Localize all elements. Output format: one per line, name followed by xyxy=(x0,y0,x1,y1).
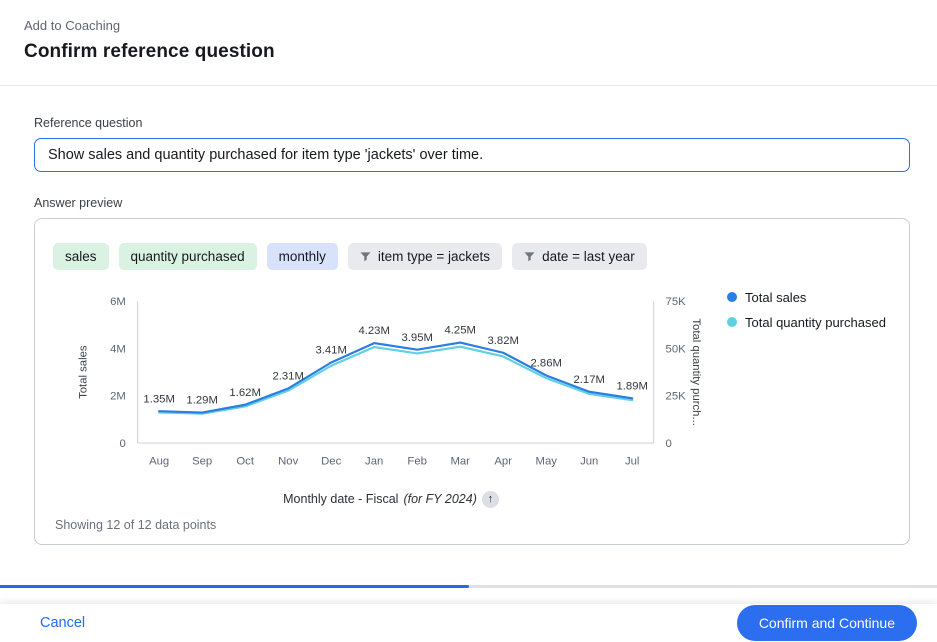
svg-text:Total sales: Total sales xyxy=(77,345,89,399)
svg-text:Jan: Jan xyxy=(365,455,383,467)
svg-text:25K: 25K xyxy=(666,390,687,402)
chip-quantity-purchased[interactable]: quantity purchased xyxy=(119,243,257,270)
confirm-and-continue-button[interactable]: Confirm and Continue xyxy=(737,605,917,641)
svg-text:1.89M: 1.89M xyxy=(616,380,647,392)
svg-text:2M: 2M xyxy=(110,390,126,402)
progress-bar xyxy=(0,585,937,589)
svg-text:2.86M: 2.86M xyxy=(530,357,561,369)
svg-text:0: 0 xyxy=(666,438,672,450)
svg-text:4.23M: 4.23M xyxy=(358,325,389,337)
reference-question-input[interactable] xyxy=(34,138,910,172)
chip-sales[interactable]: sales xyxy=(53,243,109,270)
svg-text:Sep: Sep xyxy=(192,455,212,467)
svg-text:2.17M: 2.17M xyxy=(573,374,604,386)
svg-text:Feb: Feb xyxy=(407,455,426,467)
svg-text:50K: 50K xyxy=(666,343,687,355)
svg-text:2.31M: 2.31M xyxy=(272,370,303,382)
svg-text:Dec: Dec xyxy=(321,455,341,467)
header: Add to Coaching Confirm reference questi… xyxy=(0,0,937,63)
legend-label: Total sales xyxy=(745,290,806,305)
footer: Cancel Confirm and Continue xyxy=(0,604,937,642)
chart-area: 0 2M 4M 6M 0 25K 50K 75K Total sales Total quanti… xyxy=(51,284,893,508)
svg-text:6M: 6M xyxy=(110,296,126,308)
svg-text:Jul: Jul xyxy=(625,455,639,467)
svg-text:1.35M: 1.35M xyxy=(143,393,174,405)
svg-text:4.25M: 4.25M xyxy=(444,324,475,336)
main-content: Reference question Answer preview sales q… xyxy=(0,86,937,545)
chip-label: monthly xyxy=(279,249,326,264)
chip-label: sales xyxy=(65,249,97,264)
filter-funnel-icon xyxy=(524,251,535,262)
svg-text:1.29M: 1.29M xyxy=(186,394,217,406)
chip-date-last-year[interactable]: date = last year xyxy=(512,243,647,270)
page-title: Confirm reference question xyxy=(24,41,913,63)
chip-monthly[interactable]: monthly xyxy=(267,243,338,270)
svg-text:Oct: Oct xyxy=(236,455,254,467)
legend-label: Total quantity purchased xyxy=(745,315,886,330)
answer-preview-label: Answer preview xyxy=(34,196,910,210)
chip-item-type-jackets[interactable]: item type = jackets xyxy=(348,243,502,270)
sort-ascending-icon[interactable]: ↑ xyxy=(482,491,499,508)
chart-wrap: 0 2M 4M 6M 0 25K 50K 75K Total sales Total quanti… xyxy=(51,284,701,508)
svg-text:0: 0 xyxy=(120,438,126,450)
svg-text:75K: 75K xyxy=(666,296,687,308)
cancel-button[interactable]: Cancel xyxy=(40,615,85,631)
legend-dot-icon xyxy=(727,317,737,327)
svg-text:3.95M: 3.95M xyxy=(401,331,432,343)
answer-preview-card: sales quantity purchased monthly item type … xyxy=(34,218,910,545)
svg-text:Total quantity purch...: Total quantity purch... xyxy=(690,318,701,426)
chart-legend: Total sales Total quantity purchased xyxy=(701,284,893,508)
xaxis-title-text: Monthly date - Fiscal xyxy=(283,492,398,506)
chip-label: quantity purchased xyxy=(131,249,245,264)
svg-text:Aug: Aug xyxy=(149,455,169,467)
breadcrumb: Add to Coaching xyxy=(24,18,913,33)
filter-funnel-icon xyxy=(360,251,371,262)
legend-item-total-sales[interactable]: Total sales xyxy=(727,290,893,305)
chip-label: item type = jackets xyxy=(378,249,490,264)
svg-text:May: May xyxy=(536,455,558,467)
svg-text:3.41M: 3.41M xyxy=(315,344,346,356)
svg-text:4M: 4M xyxy=(110,343,126,355)
svg-text:Mar: Mar xyxy=(450,455,470,467)
progress-fill xyxy=(0,585,469,589)
chip-label: date = last year xyxy=(542,249,635,264)
chip-row: sales quantity purchased monthly item type … xyxy=(51,243,893,270)
svg-text:Apr: Apr xyxy=(494,455,512,467)
preview-chart: 0 2M 4M 6M 0 25K 50K 75K Total sales Total quanti… xyxy=(51,284,701,480)
svg-text:Jun: Jun xyxy=(580,455,598,467)
reference-question-label: Reference question xyxy=(34,116,910,130)
legend-item-total-quantity-purchased[interactable]: Total quantity purchased xyxy=(727,315,893,330)
svg-text:3.82M: 3.82M xyxy=(487,335,518,347)
xaxis-title-suffix: (for FY 2024) xyxy=(403,492,476,506)
showing-note: Showing 12 of 12 data points xyxy=(51,518,893,532)
xaxis-title: Monthly date - Fiscal (for FY 2024) ↑ xyxy=(81,491,701,508)
svg-text:1.62M: 1.62M xyxy=(229,387,260,399)
legend-dot-icon xyxy=(727,292,737,302)
svg-text:Nov: Nov xyxy=(278,455,298,467)
